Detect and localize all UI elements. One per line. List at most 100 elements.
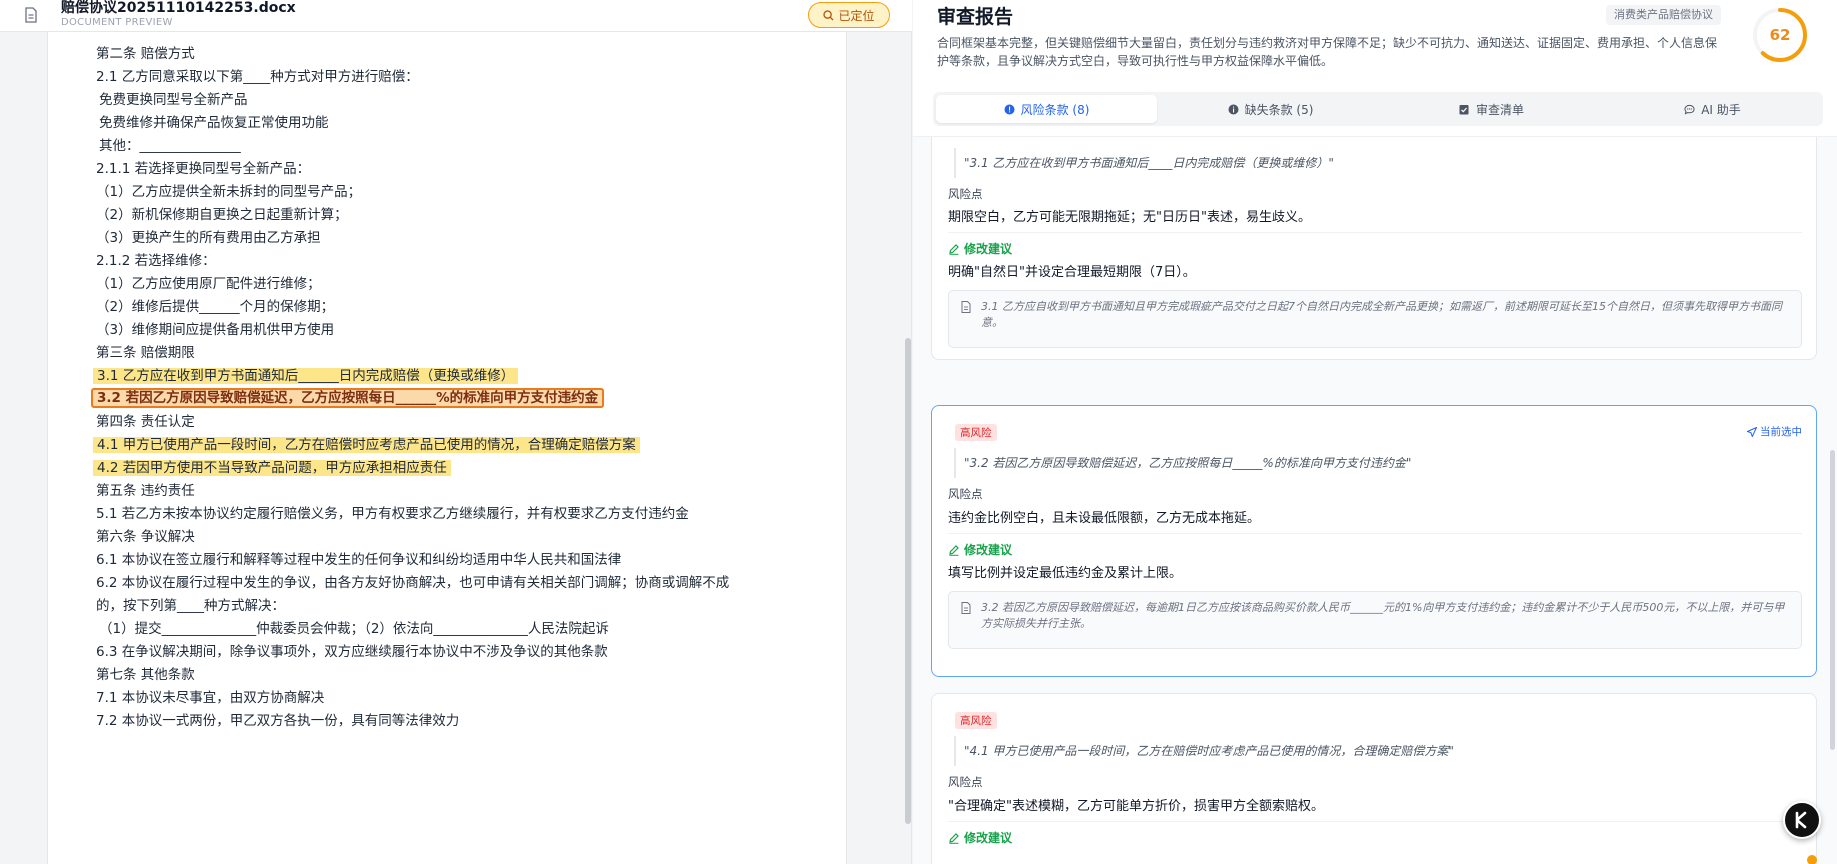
risk-point-text: 违约金比例空白，且未设最低限额，乙方无成本拖延。 [948,511,1261,526]
suggested-rewrite: 3.2 若因乙方原因导致赔偿延迟，每逾期1日乙方应按该商品购买价款人民币____… [948,591,1802,649]
quote-bar [954,448,956,478]
review-report-pane: 审查报告 消费类产品赔偿协议 合同框架基本完整，但关键赔偿细节大量留白，责任划分… [913,0,1837,864]
chat-icon [1684,104,1695,115]
notification-dot [1807,855,1817,864]
report-title: 审查报告 [937,6,1014,28]
doc-line: （1）乙方应使用原厂配件进行维修； [96,276,321,292]
report-summary: 合同框架基本完整，但关键赔偿细节大量留白，责任划分与违约救济对甲方保障不足；缺少… [937,36,1718,68]
locate-label: 已定位 [838,8,875,23]
doc-line: 其他：_______________ [99,138,241,154]
doc-line: （1）乙方应提供全新未拆封的同型号产品； [96,184,362,200]
clause-quote: "3.2 若因乙方原因导致赔偿延迟，乙方应按照每日_____%的标准向甲方支付违… [964,456,1412,470]
rewrite-text: 3.1 乙方应自收到甲方书面通知且甲方完成瑕疵产品交付之日起7个自然日内完成全新… [981,300,1782,329]
edit-icon [949,544,959,556]
document-icon [961,301,971,313]
risk-point-text: "合理确定"表述模糊，乙方可能单方折价，损害甲方全额索赔权。 [948,799,1324,814]
doc-line: 6.1 本协议在签立履行和解释等过程中发生的任何争议和纠纷均适用中华人民共和国法… [96,552,622,568]
highlight-clause-3-1[interactable]: 3.1 乙方应在收到甲方书面通知后______日内完成赔偿（更换或维修） [93,368,519,384]
suggested-rewrite: 3.1 乙方应自收到甲方书面通知且甲方完成瑕疵产品交付之日起7个自然日内完成全新… [948,290,1802,348]
current-selection-indicator: 当前选中 [1747,424,1802,439]
locate-button[interactable]: 已定位 [808,2,890,28]
doc-line: 第四条 责任认定 [96,414,195,430]
k-logo-icon [1795,811,1807,829]
tab-label: 风险条款 (8) [1020,102,1090,117]
clause-quote: "3.1 乙方应在收到甲方书面通知后____日内完成赔偿（更换或维修）" [964,156,1334,170]
assistant-fab-button[interactable] [1783,801,1821,839]
risk-point-text: 期限空白，乙方可能无限期拖延；无"日历日"表述，易生歧义。 [948,210,1311,225]
card-divider [948,821,1802,822]
tab-label: AI 助手 [1701,102,1741,117]
report-tabs: 风险条款 (8) 缺失条款 (5) 审查清单 AI 助手 [933,92,1823,126]
document-preview-pane: 赔偿协议20251110142253.docx DOCUMENT PREVIEW… [0,0,912,864]
document-header: 赔偿协议20251110142253.docx DOCUMENT PREVIEW… [0,0,912,32]
doc-line: 第七条 其他条款 [96,667,195,683]
tab-label: 缺失条款 (5) [1244,102,1314,117]
card-divider [948,232,1802,233]
doc-line: （2）新机保修期自更换之日起重新计算； [96,207,348,223]
doc-line: （2）维修后提供______个月的保修期； [96,299,335,315]
highlight-clause-4-2[interactable]: 4.2 若因甲方使用不当导致产品问题，甲方应承担相应责任 [93,460,451,476]
score-value: 62 [1769,26,1791,44]
edit-icon [949,832,959,844]
doc-line: 第六条 争议解决 [96,529,195,545]
alert-circle-icon [1004,104,1015,115]
risk-card[interactable]: 高风险 "4.1 甲方已使用产品一段时间，乙方在赔偿时应考虑产品已使用的情况，合… [931,693,1817,864]
rewrite-text: 3.2 若因乙方原因导致赔偿延迟，每逾期1日乙方应按该商品购买价款人民币____… [981,601,1785,630]
tab-risk-clauses[interactable]: 风险条款 (8) [936,95,1157,123]
selected-clause-3-2[interactable]: 3.2 若因乙方原因导致赔偿延迟，乙方应按照每日______%的标准向甲方支付违… [91,388,605,408]
report-scrollbar[interactable] [1830,450,1835,750]
doc-line: 第五条 违约责任 [96,483,195,499]
high-risk-badge: 高风险 [955,424,997,441]
doc-line: 2.1 乙方同意采取以下第____种方式对甲方进行赔偿： [96,69,419,85]
doc-line: （1）提交______________仲裁委员会仲裁；（2）依法向_______… [99,621,609,637]
document-filename: 赔偿协议20251110142253.docx [61,0,296,16]
doc-line-highlighted[interactable]: 3.1 乙方应在收到甲方书面通知后______日内完成赔偿（更换或维修） [93,366,519,386]
document-page: 第二条 赔偿方式 2.1 乙方同意采取以下第____种方式对甲方进行赔偿： 免费… [47,32,847,864]
document-scrollbar[interactable] [905,338,911,824]
tab-missing-clauses[interactable]: 缺失条款 (5) [1160,92,1381,126]
navigation-arrow-icon [1747,426,1757,437]
doc-line: 第二条 赔偿方式 [96,46,195,62]
suggestion-text: 明确"自然日"并设定合理最短期限（7日）。 [948,265,1196,280]
doc-line: 7.2 本协议一式两份，甲乙双方各执一份，具有同等法律效力 [96,713,460,729]
highlight-clause-4-1[interactable]: 4.1 甲方已使用产品一段时间，乙方在赔偿时应考虑产品已使用的情况，合理确定赔偿… [93,437,640,453]
doc-line: 6.2 本协议在履行过程中发生的争议，由各方友好协商解决，也可申请有关相关部门调… [96,575,730,591]
doc-line: 2.1.1 若选择更换同型号全新产品： [96,161,311,177]
suggestion-label: 修改建议 [948,829,1012,846]
document-icon [14,0,48,30]
doc-line: 免费更换同型号全新产品 [99,92,248,108]
tab-checklist[interactable]: 审查清单 [1381,92,1602,126]
tab-label: 审查清单 [1475,102,1524,117]
risk-point-label: 风险点 [948,487,983,501]
risk-point-label: 风险点 [948,187,983,201]
search-icon [823,9,834,20]
doc-line-highlighted[interactable]: 4.2 若因甲方使用不当导致产品问题，甲方应承担相应责任 [93,458,451,478]
doc-line: （3）更换产生的所有费用由乙方承担 [96,230,321,246]
doc-line-highlighted[interactable]: 4.1 甲方已使用产品一段时间，乙方在赔偿时应考虑产品已使用的情况，合理确定赔偿… [93,435,640,455]
edit-icon [949,243,959,255]
suggestion-label: 修改建议 [948,541,1012,558]
risk-card[interactable]: "3.1 乙方应在收到甲方书面通知后____日内完成赔偿（更换或维修）" 风险点… [931,137,1817,360]
clause-quote: "4.1 甲方已使用产品一段时间，乙方在赔偿时应考虑产品已使用的情况，合理确定赔… [964,744,1454,758]
doc-line: 免费维修并确保产品恢复正常使用功能 [99,115,329,131]
doc-line: 5.1 若乙方未按本协议约定履行赔偿义务，甲方有权要求乙方继续履行，并有权要求乙… [96,506,689,522]
contract-type-tag: 消费类产品赔偿协议 [1606,5,1721,25]
quote-bar [954,736,956,766]
suggestion-text: 填写比例并设定最低违约金及累计上限。 [948,566,1183,581]
doc-line: （3）维修期间应提供备用机供甲方使用 [96,322,335,338]
suggestion-label: 修改建议 [948,240,1012,257]
document-icon [961,602,971,614]
risk-point-label: 风险点 [948,775,983,789]
clipboard-icon [1459,104,1470,115]
quote-bar [954,148,956,178]
tab-ai-assistant[interactable]: AI 助手 [1602,92,1823,126]
risk-clause-list: "3.1 乙方应在收到甲方书面通知后____日内完成赔偿（更换或维修）" 风险点… [913,137,1837,864]
doc-line-selected[interactable]: 3.2 若因乙方原因导致赔偿延迟，乙方应按照每日______%的标准向甲方支付违… [91,388,605,408]
doc-line: 7.1 本协议未尽事宜，由双方协商解决 [96,690,325,706]
document-subtitle: DOCUMENT PREVIEW [61,17,173,28]
doc-line: 2.1.2 若选择维修： [96,253,216,269]
risk-card-selected[interactable]: 高风险 当前选中 "3.2 若因乙方原因导致赔偿延迟，乙方应按照每日_____%… [931,405,1817,677]
doc-line: 6.3 在争议解决期间，除争议事项外，双方应继续履行本协议中不涉及争议的其他条款 [96,644,608,660]
doc-line: 第三条 赔偿期限 [96,345,195,361]
card-divider [948,533,1802,534]
